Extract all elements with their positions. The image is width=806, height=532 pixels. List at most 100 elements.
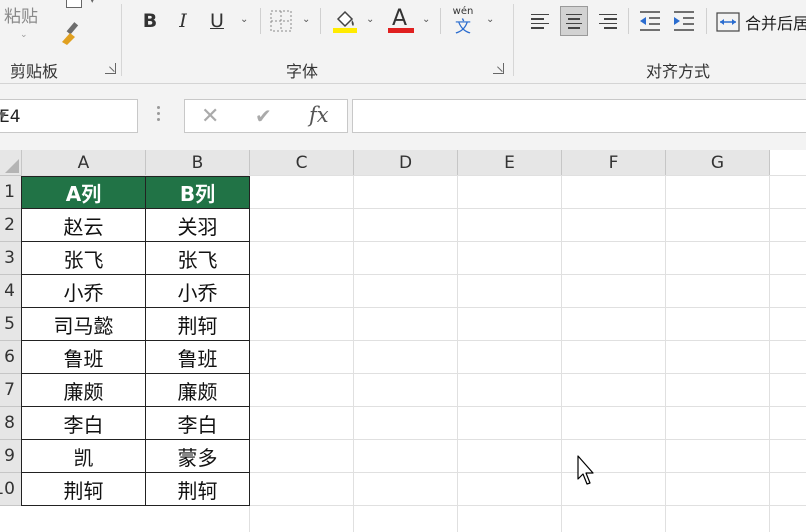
format-painter-icon[interactable] (58, 20, 86, 46)
cell-b7[interactable]: 廉颇 (146, 374, 250, 407)
cell-a5[interactable]: 司马懿 (21, 308, 146, 341)
enter-icon[interactable]: ✔ (255, 104, 272, 128)
fill-color-icon[interactable] (332, 8, 358, 34)
select-all-button[interactable] (0, 150, 22, 176)
align-right-button[interactable] (594, 6, 622, 36)
phonetic-bottom: 文 (454, 17, 471, 36)
align-left-button[interactable] (526, 6, 554, 36)
font-group-label: 字体 (286, 62, 319, 81)
clipboard-launcher-icon[interactable] (105, 63, 116, 74)
row-number: 3 (4, 248, 15, 268)
name-box-dropdown-icon[interactable]: ▼ (0, 111, 129, 121)
column-header-e[interactable]: E (458, 150, 562, 176)
row-number: 4 (4, 281, 15, 301)
row-header-4[interactable]: 4 (0, 275, 22, 308)
row-number: 6 (4, 347, 15, 367)
font-launcher-icon[interactable] (493, 63, 504, 74)
borders-icon[interactable] (270, 10, 292, 32)
gridline (561, 176, 562, 532)
spreadsheet-grid: ABCDEFG12345678910A列B列赵云关羽张飞张飞小乔小乔司马懿荆轲鲁… (0, 150, 806, 532)
gridline (665, 176, 666, 532)
column-header-b[interactable]: B (146, 150, 250, 176)
cell-a9[interactable]: 凯 (21, 440, 146, 473)
cell-a1[interactable]: A列 (21, 176, 146, 209)
row-header-8[interactable]: 8 (0, 407, 22, 440)
gridline (769, 176, 770, 532)
borders-dropdown-icon[interactable]: ⌄ (302, 14, 310, 25)
cancel-icon[interactable]: ✕ (201, 104, 219, 129)
separator (320, 8, 321, 34)
group-divider (121, 4, 122, 76)
row-header-9[interactable]: 9 (0, 440, 22, 473)
mouse-cursor-icon (577, 455, 594, 485)
formula-bar: E4 ▼ ✕ ✔ fx (0, 84, 806, 150)
cell-b9[interactable]: 蒙多 (146, 440, 250, 473)
clipboard-group-label: 剪贴板 (10, 62, 59, 81)
row-header-10[interactable]: 10 (0, 473, 22, 506)
alignment-group-label: 对齐方式 (646, 62, 711, 81)
align-center-button[interactable] (560, 6, 588, 36)
gridline (457, 176, 458, 532)
merge-center-button[interactable]: 合并后居 (716, 8, 806, 36)
column-header-c[interactable]: C (250, 150, 354, 176)
underline-dropdown-icon[interactable]: ⌄ (240, 14, 248, 25)
row-header-5[interactable]: 5 (0, 308, 22, 341)
row-number: 2 (4, 215, 15, 235)
column-header-d[interactable]: D (354, 150, 458, 176)
insert-function-icon[interactable]: fx (309, 103, 329, 127)
row-number: 5 (4, 314, 15, 334)
formula-buttons: ✕ ✔ fx (184, 99, 348, 133)
font-color-button[interactable]: A (388, 6, 414, 34)
paste-dropdown-icon[interactable]: ⌄ (20, 30, 28, 40)
cell-a3[interactable]: 张飞 (21, 242, 146, 275)
copy-dropdown-icon[interactable]: ▾ (90, 0, 95, 6)
phonetic-dropdown-icon[interactable]: ⌄ (486, 14, 494, 25)
row-number: 7 (4, 380, 15, 400)
cell-a4[interactable]: 小乔 (21, 275, 146, 308)
cell-a7[interactable]: 廉颇 (21, 374, 146, 407)
cell-b4[interactable]: 小乔 (146, 275, 250, 308)
cell-b1[interactable]: B列 (146, 176, 250, 209)
cell-a2[interactable]: 赵云 (21, 209, 146, 242)
separator (706, 8, 707, 34)
decrease-indent-icon[interactable] (638, 10, 662, 32)
row-number: 9 (4, 446, 15, 466)
cell-b8[interactable]: 李白 (146, 407, 250, 440)
column-header-f[interactable]: F (562, 150, 666, 176)
underline-button[interactable]: U (206, 8, 228, 34)
fill-color-dropdown-icon[interactable]: ⌄ (366, 14, 374, 25)
row-header-6[interactable]: 6 (0, 341, 22, 374)
splitter-handle[interactable] (157, 106, 161, 124)
separator (440, 8, 441, 34)
group-divider (513, 4, 514, 76)
copy-icon[interactable] (66, 0, 82, 8)
row-number: 10 (0, 479, 15, 499)
formula-input[interactable] (352, 99, 806, 133)
column-header-a[interactable]: A (22, 150, 146, 176)
paste-button[interactable]: 粘贴 (4, 2, 38, 27)
row-header-1[interactable]: 1 (0, 176, 22, 209)
row-header-2[interactable]: 2 (0, 209, 22, 242)
cell-b10[interactable]: 荆轲 (146, 473, 250, 506)
cell-a8[interactable]: 李白 (21, 407, 146, 440)
cell-b3[interactable]: 张飞 (146, 242, 250, 275)
cell-a6[interactable]: 鲁班 (21, 341, 146, 374)
row-header-3[interactable]: 3 (0, 242, 22, 275)
italic-button[interactable]: I (174, 8, 192, 34)
cell-b2[interactable]: 关羽 (146, 209, 250, 242)
merge-cells-icon (716, 12, 740, 32)
ribbon: 粘贴 ⌄ ▾ 剪贴板 B I U ⌄ ⌄ ⌄ A ⌄ wén 文 ⌄ 字体 合并… (0, 0, 806, 84)
merge-center-label: 合并后居 (745, 14, 806, 33)
row-header-7[interactable]: 7 (0, 374, 22, 407)
bold-button[interactable]: B (140, 8, 160, 34)
cell-b6[interactable]: 鲁班 (146, 341, 250, 374)
separator (260, 8, 261, 34)
cell-a10[interactable]: 荆轲 (21, 473, 146, 506)
name-box[interactable]: E4 ▼ (0, 99, 138, 133)
increase-indent-icon[interactable] (672, 10, 696, 32)
row-number: 1 (4, 182, 15, 202)
cell-b5[interactable]: 荆轲 (146, 308, 250, 341)
phonetic-guide-button[interactable]: wén 文 (450, 6, 476, 36)
column-header-g[interactable]: G (666, 150, 770, 176)
font-color-dropdown-icon[interactable]: ⌄ (422, 14, 430, 25)
